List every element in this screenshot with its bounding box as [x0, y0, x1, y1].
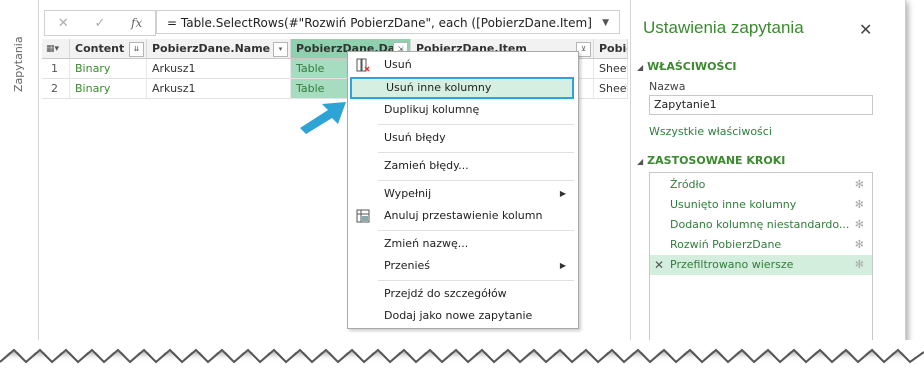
step-label: Rozwiń PobierzDane: [670, 238, 782, 251]
menu-item-drill-down[interactable]: Przejdź do szczegółów: [348, 283, 576, 305]
power-query-window: Zapytania ✕ ✓ fx = Table.SelectRows(#"Ro…: [0, 0, 906, 352]
menu-item-remove-errors[interactable]: Usuń błędy: [348, 127, 576, 149]
menu-item-replace-errors[interactable]: Zamień błędy...: [348, 155, 576, 177]
gear-icon[interactable]: ✻: [855, 255, 864, 275]
formula-buttons: ✕ ✓ fx: [44, 10, 156, 36]
table-cell[interactable]: Arkusz1: [147, 59, 291, 79]
formula-input[interactable]: = Table.SelectRows(#"Rozwiń PobierzDane"…: [156, 10, 620, 34]
menu-separator: [378, 230, 574, 231]
menu-item-remove-other-columns[interactable]: Usuń inne kolumny: [350, 77, 574, 99]
delete-step-icon[interactable]: ✕: [654, 255, 664, 275]
table-cell[interactable]: Sheet: [594, 79, 628, 99]
menu-item-label: Zmień nazwę...: [384, 237, 469, 250]
step-label: Dodano kolumnę niestandardo...: [670, 218, 850, 231]
menu-separator: [378, 124, 574, 125]
menu-item-label: Przenieś: [384, 259, 431, 272]
applied-steps-list: Źródło ✻ Usunięto inne kolumny ✻ Dodano …: [649, 172, 873, 352]
row-number: 2: [42, 79, 70, 99]
expand-binary-icon[interactable]: ⇊: [129, 42, 144, 57]
menu-item-rename[interactable]: Zmień nazwę...: [348, 233, 576, 255]
applied-step[interactable]: Rozwiń PobierzDane ✻: [650, 235, 872, 255]
query-settings-title: Ustawienia zapytania: [643, 18, 804, 37]
table-cell[interactable]: Sheet: [594, 59, 628, 79]
column-header-name[interactable]: PobierzDane.Name ▾: [147, 39, 291, 59]
table-cell[interactable]: Binary: [70, 79, 147, 99]
gear-icon[interactable]: ✻: [855, 235, 864, 255]
all-properties-link[interactable]: Wszystkie właściwości: [649, 125, 772, 138]
menu-item-duplicate-column[interactable]: Duplikuj kolumnę: [348, 99, 576, 121]
menu-item-label: Usuń inne kolumny: [386, 81, 492, 94]
queries-pane-label: Zapytania: [12, 36, 25, 92]
gear-icon[interactable]: ✻: [855, 215, 864, 235]
menu-item-move[interactable]: Przenieś ▶: [348, 255, 576, 277]
column-header-label: PobierzDane.Name: [152, 42, 271, 55]
column-header-content[interactable]: Content ⇊: [70, 39, 147, 59]
menu-item-unpivot-columns[interactable]: Anuluj przestawienie kolumn: [348, 205, 576, 227]
remove-column-icon: [356, 58, 370, 72]
query-settings-pane: Ustawienia zapytania ✕ ◢ WŁAŚCIWOŚCI Nazw…: [630, 0, 901, 352]
collapse-triangle-icon: ◢: [637, 63, 644, 72]
menu-item-label: Zamień błędy...: [384, 159, 469, 172]
step-label: Przefiltrowano wiersze: [670, 258, 794, 271]
applied-step[interactable]: Źródło ✻: [650, 175, 872, 195]
formula-bar: ✕ ✓ fx = Table.SelectRows(#"Rozwiń Pobie…: [40, 8, 625, 36]
submenu-arrow-icon: ▶: [559, 261, 566, 270]
step-label: Usunięto inne kolumny: [670, 198, 797, 211]
applied-step-selected[interactable]: ✕ Przefiltrowano wiersze ✻: [650, 255, 872, 275]
close-icon[interactable]: ✕: [859, 20, 872, 39]
menu-item-label: Wypełnij: [384, 187, 432, 200]
filter-dropdown-icon[interactable]: ▾: [273, 42, 288, 57]
applied-step[interactable]: Dodano kolumnę niestandardo... ✻: [650, 215, 872, 235]
context-menu: Usuń Usuń inne kolumny Duplikuj kolumnę …: [347, 51, 579, 329]
table-cell[interactable]: Arkusz1: [147, 79, 291, 99]
menu-item-fill[interactable]: Wypełnij ▶: [348, 183, 576, 205]
section-label: ZASTOSOWANE KROKI: [647, 154, 786, 167]
row-number: 1: [42, 59, 70, 79]
menu-separator: [378, 152, 574, 153]
menu-item-label: Usuń błędy: [384, 131, 446, 144]
column-header-label: Content: [75, 42, 125, 55]
gear-icon[interactable]: ✻: [855, 195, 864, 215]
cancel-icon[interactable]: ✕: [51, 16, 75, 31]
menu-item-label: Duplikuj kolumnę: [384, 103, 480, 116]
query-name-input[interactable]: Zapytanie1: [649, 95, 873, 115]
callout-arrow-icon: [300, 102, 346, 134]
menu-separator: [378, 280, 574, 281]
menu-separator: [378, 180, 574, 181]
torn-edge-decoration: [0, 340, 924, 364]
table-corner-icon[interactable]: ▦▾: [42, 39, 70, 59]
applied-step[interactable]: Usunięto inne kolumny ✻: [650, 195, 872, 215]
section-label: WŁAŚCIWOŚCI: [647, 60, 737, 73]
unpivot-icon: [356, 209, 370, 223]
collapse-triangle-icon: ◢: [637, 157, 644, 166]
menu-item-label: Usuń: [384, 58, 412, 71]
submenu-arrow-icon: ▶: [559, 189, 566, 198]
menu-item-label: Przejdź do szczegółów: [384, 287, 507, 300]
chevron-down-icon[interactable]: ▼: [602, 11, 609, 33]
step-label: Źródło: [670, 178, 706, 191]
applied-steps-section-header[interactable]: ◢ ZASTOSOWANE KROKI: [637, 154, 785, 167]
queries-pane-collapsed[interactable]: Zapytania: [0, 0, 39, 352]
menu-item-remove[interactable]: Usuń: [348, 54, 576, 76]
column-header-extra[interactable]: Pobie: [594, 39, 628, 59]
table-cell[interactable]: Binary: [70, 59, 147, 79]
name-label: Nazwa: [649, 80, 686, 93]
fx-icon[interactable]: fx: [125, 16, 149, 30]
menu-item-add-as-new-query[interactable]: Dodaj jako nowe zapytanie: [348, 305, 576, 327]
properties-section-header[interactable]: ◢ WŁAŚCIWOŚCI: [637, 60, 737, 73]
column-header-label: Pobie: [599, 42, 627, 55]
menu-item-label: Anuluj przestawienie kolumn: [384, 209, 543, 222]
gear-icon[interactable]: ✻: [855, 175, 864, 195]
formula-text: = Table.SelectRows(#"Rozwiń PobierzDane"…: [167, 16, 592, 30]
confirm-icon[interactable]: ✓: [88, 16, 112, 31]
menu-item-label: Dodaj jako nowe zapytanie: [384, 309, 533, 322]
